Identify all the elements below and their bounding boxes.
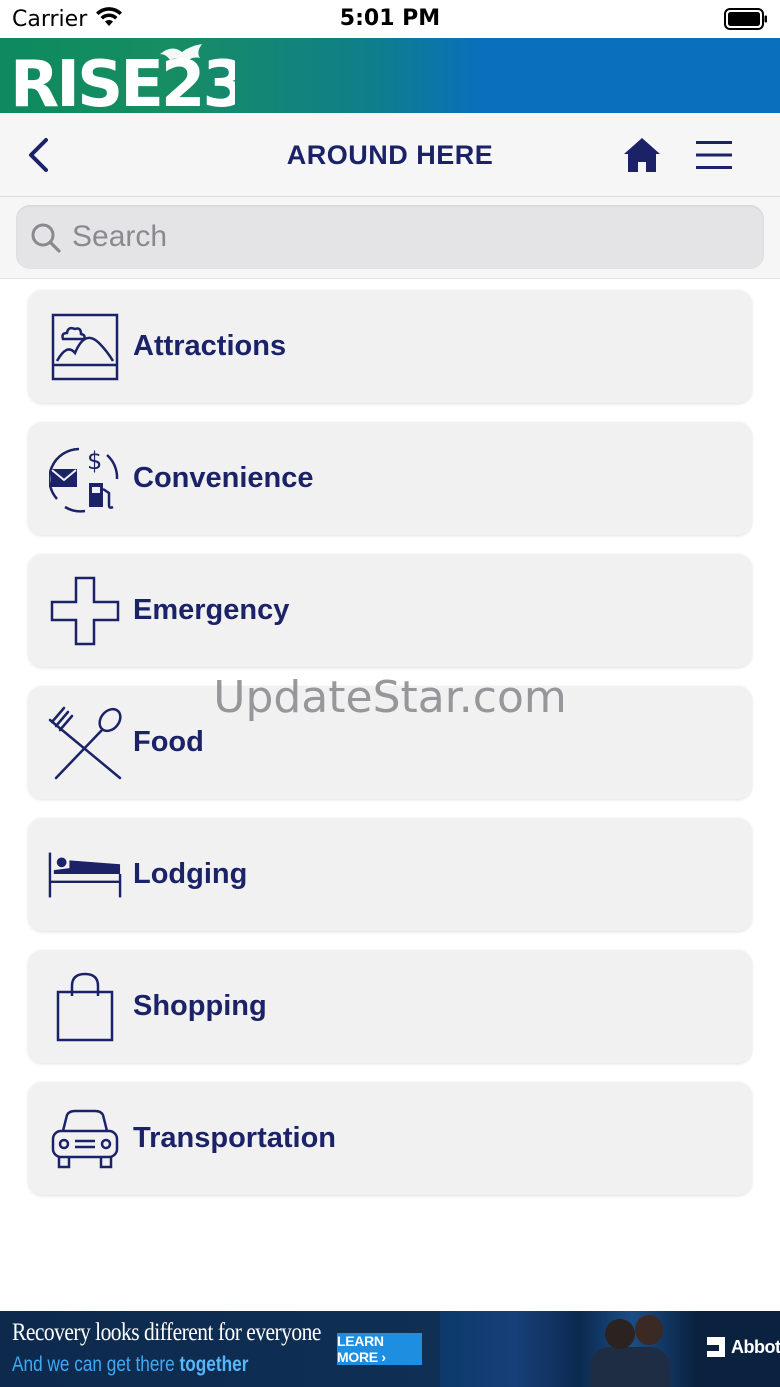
category-item-emergency[interactable]: Emergency — [28, 554, 752, 667]
ad-brand-name: Abbott — [731, 1336, 780, 1357]
abbott-logo-icon — [707, 1337, 725, 1357]
category-item-food[interactable]: Food — [28, 686, 752, 799]
ad-photo-figure — [635, 1315, 663, 1345]
home-button[interactable] — [620, 133, 664, 177]
category-item-transportation[interactable]: Transportation — [28, 1082, 752, 1195]
category-label: Lodging — [133, 858, 248, 890]
learn-more-button[interactable]: LEARN MORE › — [337, 1333, 422, 1365]
ad-photo — [440, 1311, 695, 1387]
battery-icon — [724, 8, 768, 35]
search-bar-container — [0, 197, 780, 279]
bed-icon — [48, 838, 122, 912]
brand-header: RISE23 — [0, 38, 780, 122]
rise23-logo: RISE23 — [10, 44, 247, 122]
ad-photo-figure — [605, 1319, 635, 1349]
category-label: Attractions — [133, 330, 287, 362]
search-box[interactable] — [16, 205, 764, 269]
category-label: Transportation — [133, 1122, 337, 1154]
ad-subline-emphasis: together — [179, 1353, 249, 1376]
ad-subline: And we can get there together — [12, 1353, 248, 1377]
category-item-shopping[interactable]: Shopping — [28, 950, 752, 1063]
category-label: Emergency — [133, 594, 290, 626]
fork-spoon-icon — [48, 706, 122, 780]
ad-brand-logo: Abbott — [705, 1335, 780, 1359]
status-bar: Carrier 5:01 PM — [0, 0, 780, 38]
category-item-attractions[interactable]: Attractions — [28, 290, 752, 403]
ad-photo-figure — [590, 1347, 670, 1387]
menu-button[interactable] — [692, 133, 736, 177]
shopping-bag-icon — [48, 970, 122, 1044]
category-list: Attractions $ Convenience Emergency Food… — [28, 290, 752, 1214]
ad-headline: Recovery looks different for everyone — [12, 1319, 321, 1346]
category-label: Shopping — [133, 990, 267, 1022]
category-label: Convenience — [133, 462, 314, 494]
search-input[interactable] — [72, 205, 752, 269]
category-item-convenience[interactable]: $ Convenience — [28, 422, 752, 535]
category-item-lodging[interactable]: Lodging — [28, 818, 752, 931]
ad-subline-prefix: And we can get there — [12, 1353, 180, 1376]
search-icon — [30, 222, 62, 259]
home-icon — [624, 138, 660, 172]
car-icon — [48, 1102, 122, 1176]
ad-text-panel: Recovery looks different for everyone An… — [0, 1311, 440, 1387]
clock: 5:01 PM — [339, 6, 441, 31]
mail-dollar-fuel-icon: $ — [48, 442, 122, 516]
landscape-picture-icon — [48, 310, 122, 384]
category-label: Food — [133, 726, 204, 758]
navigation-bar: AROUND HERE — [0, 113, 780, 197]
ad-banner[interactable]: Recovery looks different for everyone An… — [0, 1311, 780, 1387]
medical-cross-icon — [48, 574, 122, 648]
svg-text:$: $ — [87, 447, 102, 475]
svg-text:RISE23: RISE23 — [10, 48, 235, 110]
hamburger-menu-icon — [696, 141, 732, 169]
